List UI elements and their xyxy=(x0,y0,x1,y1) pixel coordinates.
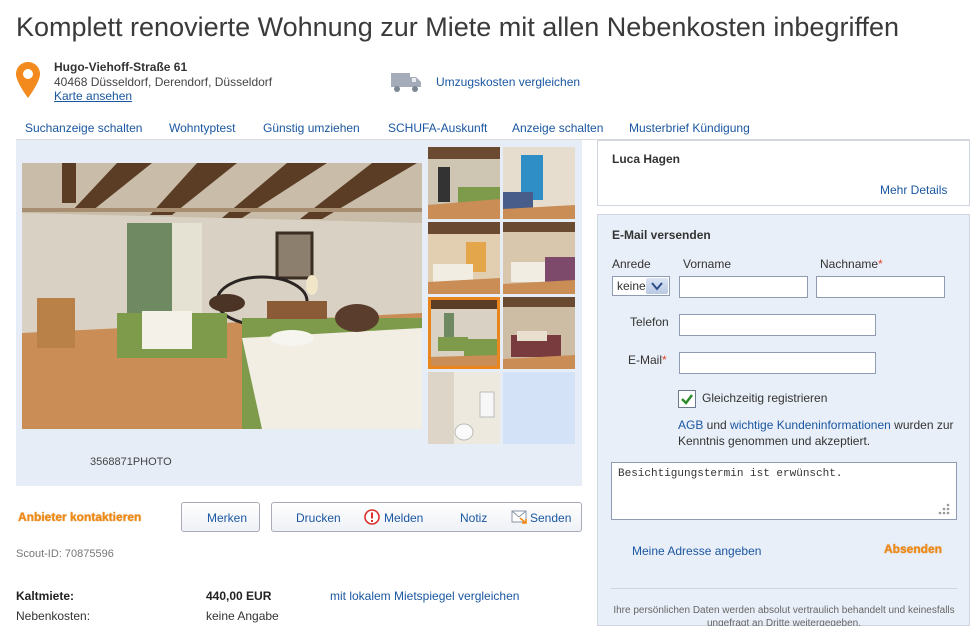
email-label: E-Mail* xyxy=(628,353,667,367)
address-city: 40468 Düsseldorf, Derendorf, Düsseldorf xyxy=(54,75,273,89)
message-text: Besichtigungstermin ist erwünscht. xyxy=(618,468,843,480)
agent-details-link[interactable]: Mehr Details xyxy=(880,183,947,197)
location-pin-icon xyxy=(16,62,40,98)
map-link[interactable]: Karte ansehen xyxy=(54,89,132,103)
nav-item-wohntyptest[interactable]: Wohntyptest xyxy=(169,121,235,135)
moving-costs-link[interactable]: Umzugskosten vergleichen xyxy=(436,75,580,89)
chevron-down-icon xyxy=(646,278,668,294)
tools-button-group: Drucken Melden Notiz Senden xyxy=(271,502,582,532)
warning-icon xyxy=(364,509,380,525)
nav-item-musterbrief[interactable]: Musterbrief Kündigung xyxy=(629,121,750,135)
contact-provider-link[interactable]: Anbieter kontaktieren xyxy=(18,510,141,524)
salutation-select[interactable]: keine xyxy=(612,276,670,296)
gallery-thumbnail[interactable] xyxy=(428,147,500,219)
nav-item-suchanzeige[interactable]: Suchanzeige schalten xyxy=(25,121,142,135)
checkmark-icon xyxy=(681,394,693,405)
nav-item-anzeige[interactable]: Anzeige schalten xyxy=(512,121,603,135)
terms-text: AGB und wichtige Kundeninformationen wur… xyxy=(678,418,954,448)
moving-truck-icon xyxy=(391,73,421,92)
gallery-thumbnail[interactable] xyxy=(428,222,500,294)
cold-rent-value: 440,00 EUR xyxy=(206,589,272,603)
remember-label: Merken xyxy=(207,511,248,525)
gallery-thumbnail-empty xyxy=(503,372,575,444)
report-button[interactable]: Melden xyxy=(384,511,423,525)
gallery-thumbnail[interactable] xyxy=(428,372,500,444)
secondary-nav: Suchanzeige schalten Wohntyptest Günstig… xyxy=(16,116,970,140)
remember-button[interactable]: Merken xyxy=(181,502,260,532)
print-button[interactable]: Drucken xyxy=(296,511,341,525)
register-label: Gleichzeitig registrieren xyxy=(702,391,828,405)
photo-caption: 3568871PHOTO xyxy=(90,456,172,468)
lastname-input[interactable] xyxy=(816,276,945,298)
send-button[interactable]: Senden xyxy=(530,511,571,525)
gallery-thumbnail[interactable] xyxy=(503,297,575,369)
form-divider xyxy=(611,588,957,589)
page-title: Komplett renovierte Wohnung zur Miete mi… xyxy=(16,12,899,42)
gallery-thumbnail[interactable] xyxy=(503,222,575,294)
salutation-label: Anrede xyxy=(612,257,651,271)
firstname-input[interactable] xyxy=(679,276,808,298)
lastname-label: Nachname* xyxy=(820,257,883,271)
customer-info-link[interactable]: wichtige Kundeninformationen xyxy=(730,418,891,432)
note-button[interactable]: Notiz xyxy=(460,511,487,525)
privacy-note: Ihre persönlichen Daten werden absolut v… xyxy=(613,605,955,626)
phone-input[interactable] xyxy=(679,314,876,336)
scout-id: Scout-ID: 70875596 xyxy=(16,548,114,560)
phone-label: Telefon xyxy=(630,315,669,329)
cold-rent-label: Kaltmiete: xyxy=(16,589,75,603)
gallery-thumbnail[interactable] xyxy=(503,147,575,219)
rent-index-link[interactable]: mit lokalem Mietspiegel vergleichen xyxy=(330,589,519,603)
firstname-label: Vorname xyxy=(683,257,732,271)
extra-costs-value: keine Angabe xyxy=(206,609,279,623)
agb-link[interactable]: AGB xyxy=(678,418,703,432)
nav-item-umziehen[interactable]: Günstig umziehen xyxy=(263,121,360,135)
email-input[interactable] xyxy=(679,352,876,374)
extra-costs-label: Nebenkosten: xyxy=(16,609,91,623)
send-mail-icon xyxy=(511,510,527,524)
register-checkbox[interactable] xyxy=(678,390,696,408)
submit-button[interactable]: Absenden xyxy=(884,542,942,556)
address-street: Hugo-Viehoff-Straße 61 xyxy=(54,60,188,74)
add-address-link[interactable]: Meine Adresse angeben xyxy=(632,544,761,558)
nav-item-schufa[interactable]: SCHUFA-Auskunft xyxy=(388,121,487,135)
message-textarea[interactable]: Besichtigungstermin ist erwünscht. xyxy=(611,462,957,520)
main-photo[interactable] xyxy=(22,163,422,429)
salutation-value: keine xyxy=(617,279,646,293)
gallery-thumbnail-selected[interactable] xyxy=(428,297,500,369)
resize-grip-icon[interactable] xyxy=(936,501,950,515)
form-title: E-Mail versenden xyxy=(612,228,711,242)
agent-name: Luca Hagen xyxy=(612,152,681,166)
